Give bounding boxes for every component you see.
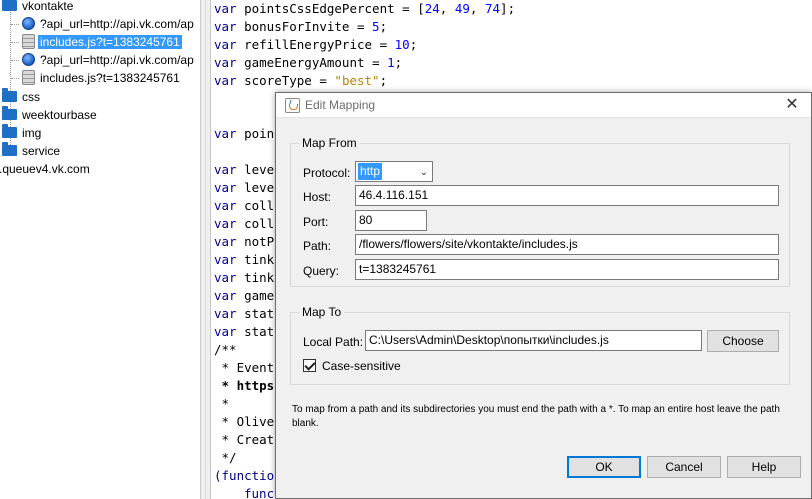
- port-field[interactable]: 80: [355, 210, 427, 231]
- choose-button[interactable]: Choose: [707, 330, 779, 352]
- folder-icon: [2, 88, 17, 103]
- tree-item-img[interactable]: img: [2, 124, 43, 142]
- tree-item-vkontakte[interactable]: vkontakte: [2, 0, 75, 15]
- code-line: /**: [214, 342, 237, 357]
- tree-item-includes-js-2[interactable]: includes.js?t=1383245761: [22, 69, 182, 87]
- cancel-button[interactable]: Cancel: [647, 456, 721, 478]
- host-field[interactable]: 46.4.116.151: [355, 185, 779, 206]
- code-line: var bonusForInvite = 5;: [214, 19, 388, 34]
- mapping-help-note: To map from a path and its subdirectorie…: [292, 404, 780, 429]
- code-line: var coll: [214, 216, 275, 231]
- folder-icon: [2, 106, 17, 121]
- case-sensitive-label: Case-sensitive: [322, 359, 401, 373]
- tree-item-api-url-2[interactable]: ?api_url=http://api.vk.com/ap: [22, 51, 196, 69]
- code-line: var stat: [214, 306, 275, 321]
- chevron-down-icon: ⌄: [419, 167, 428, 178]
- code-line: * https: [214, 378, 275, 393]
- tree-guide-line: [11, 78, 19, 79]
- dialog-titlebar[interactable]: Edit Mapping ✕: [276, 93, 811, 118]
- local-path-label: Local Path:: [303, 335, 364, 349]
- folder-icon: [2, 0, 17, 12]
- code-line: * Creat: [214, 432, 275, 447]
- tree-item-queuev4[interactable]: .queuev4.vk.com: [0, 160, 92, 178]
- code-line: var gameEnergyAmount = 1;: [214, 55, 403, 70]
- map-to-title: Map To: [299, 305, 345, 319]
- dialog-title: Edit Mapping: [305, 98, 376, 112]
- protocol-value: http: [358, 163, 383, 180]
- tree-item-weektourbase[interactable]: weektourbase: [2, 106, 99, 124]
- code-line: var stat: [214, 324, 275, 339]
- host-label: Host:: [303, 190, 332, 204]
- code-line: * Event: [214, 360, 275, 375]
- code-line: var coll: [214, 198, 275, 213]
- path-label: Path:: [303, 239, 332, 253]
- case-sensitive-checkbox[interactable]: [303, 359, 316, 372]
- code-line: var refillEnergyPrice = 10;: [214, 37, 418, 52]
- local-path-field[interactable]: C:\Users\Admin\Desktop\попытки\includes.…: [365, 330, 702, 351]
- tree-guide-line: [11, 60, 19, 61]
- port-label: Port:: [303, 215, 329, 229]
- code-line: var leve: [214, 180, 275, 195]
- map-from-title: Map From: [299, 136, 360, 150]
- ok-button[interactable]: OK: [567, 456, 641, 478]
- query-field[interactable]: t=1383245761: [355, 259, 779, 280]
- folder-icon: [2, 124, 17, 139]
- help-button[interactable]: Help: [727, 456, 801, 478]
- protocol-select[interactable]: http ⌄: [355, 161, 433, 182]
- code-line: var tink: [214, 252, 275, 267]
- tree-guide-line: [11, 42, 19, 43]
- code-line: var tink: [214, 270, 275, 285]
- code-line: var poin: [214, 126, 275, 141]
- code-line: var pointsCssEdgePercent = [24, 49, 74];: [214, 1, 516, 16]
- pane-splitter[interactable]: [200, 0, 211, 499]
- code-line: *: [214, 396, 230, 411]
- map-to-group: Map To Local Path: C:\Users\Admin\Deskto…: [290, 305, 790, 385]
- file-icon: [22, 34, 35, 50]
- globe-icon: [22, 53, 35, 67]
- code-line: var notP: [214, 234, 275, 249]
- tree-item-includes-js-1[interactable]: includes.js?t=1383245761: [22, 33, 182, 51]
- tree-item-css[interactable]: css: [2, 88, 42, 106]
- java-cup-icon: [285, 98, 300, 113]
- code-line: var scoreType = "best";: [214, 73, 388, 88]
- file-tree: vkontakte ?api_url=http://api.vk.com/ap …: [0, 0, 200, 499]
- protocol-label: Protocol:: [303, 166, 351, 180]
- map-from-group: Map From Protocol: http ⌄ Host: 46.4.116…: [290, 136, 790, 287]
- code-line: (functio: [214, 468, 275, 483]
- tree-guide-line: [11, 24, 19, 25]
- globe-icon: [22, 17, 35, 31]
- query-label: Query:: [303, 264, 340, 278]
- tree-item-api-url-1[interactable]: ?api_url=http://api.vk.com/ap: [22, 15, 196, 33]
- path-field[interactable]: /flowers/flowers/site/vkontakte/includes…: [355, 234, 779, 255]
- edit-mapping-dialog: Edit Mapping ✕ Map From Protocol: http ⌄…: [275, 92, 812, 499]
- code-line: var game: [214, 288, 275, 303]
- folder-icon: [2, 142, 17, 157]
- tree-item-service[interactable]: service: [2, 142, 62, 160]
- close-icon[interactable]: ✕: [783, 96, 801, 114]
- file-icon: [22, 70, 35, 86]
- code-line: * Olive: [214, 414, 275, 429]
- code-line: */: [214, 450, 237, 465]
- code-line: var leve: [214, 162, 275, 177]
